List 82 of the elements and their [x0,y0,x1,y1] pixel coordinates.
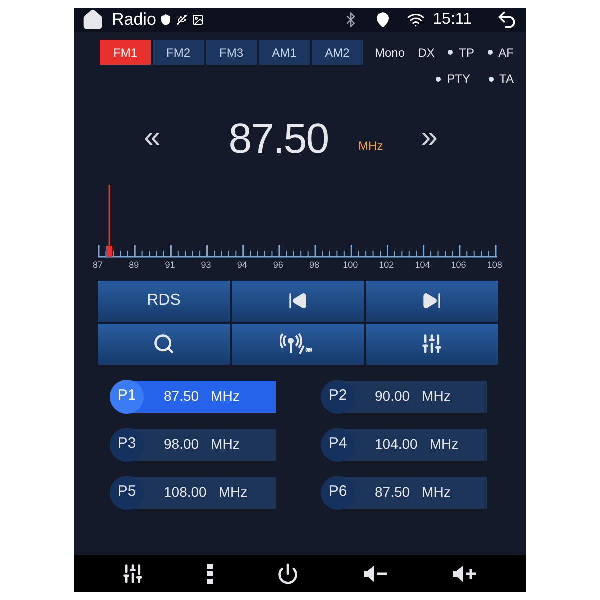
preset-button[interactable]: P1 87.50 MHz [110,380,276,412]
scale-label: 91 [165,259,176,272]
scale-label: 108 [487,259,502,272]
seek-back-button[interactable]: « [144,123,161,153]
frequency-unit: MHz [358,138,384,155]
image-icon [192,14,204,26]
prev-button[interactable] [232,280,364,322]
scale-label: 89 [129,259,140,272]
preset-frequency: 98.00 [164,435,200,454]
preset-number: P3 [110,428,144,462]
wifi-icon [407,11,426,29]
preset-unit: MHz [211,435,240,454]
tuning-marker[interactable] [106,185,113,257]
rds-button[interactable]: RDS [98,280,230,322]
preset-button[interactable]: P6 87.50 MHz [321,476,487,508]
power-button[interactable] [276,562,299,584]
preset-frequency: 108.00 [164,483,207,502]
equalizer-button[interactable] [122,562,144,584]
rds-option[interactable]: PTY [436,70,471,88]
scale-label: 93 [201,259,212,272]
preset-unit: MHz [430,435,459,454]
volume-down-icon [362,564,389,582]
seek-forward-button[interactable]: » [421,123,438,153]
preset-number: P1 [110,380,144,414]
preset-frequency: 87.50 [164,387,200,406]
preset-unit: MHz [422,483,451,502]
preset-button[interactable]: P3 98.00 MHz [110,428,276,460]
search-icon [153,333,175,355]
scale-label: 87 [93,259,104,272]
equalizer-icon [122,562,144,584]
scale-label: 94 [237,259,248,272]
signal-button[interactable] [232,324,364,364]
scale-label: 106 [451,259,466,272]
clock: 15:11 [433,10,472,30]
rds-option[interactable]: TA [488,70,514,88]
rds-option[interactable]: Mono [375,44,406,62]
app-title: Radio [112,9,156,32]
power-icon [276,562,299,584]
shield-icon [160,14,172,26]
band-tab[interactable]: FM3 [206,40,257,65]
scale-label: 96 [273,259,284,272]
tuning-scale[interactable] [96,185,497,259]
preset-button[interactable]: P5 108.00 MHz [110,476,276,508]
volume-up-icon [452,564,478,582]
preset-number: P5 [110,476,144,510]
back-icon[interactable] [496,9,518,31]
volume-down-button[interactable] [362,564,389,582]
rds-option[interactable]: DX [418,44,435,62]
rds-option[interactable]: AF [488,44,514,62]
menu-button[interactable] [207,564,214,584]
preset-frequency: 87.50 [375,483,410,502]
preset-button[interactable]: P2 90.00 MHz [321,380,487,412]
search-button[interactable] [98,324,230,364]
equalizer-button[interactable] [366,324,498,364]
skip-forward-icon [422,291,442,311]
scale-label: 98 [310,259,320,272]
scale-label: 104 [415,259,430,272]
preset-unit: MHz [218,483,248,502]
preset-unit: MHz [211,387,240,406]
preset-frequency: 104.00 [375,435,418,454]
scale-label: 102 [379,259,394,272]
rds-option[interactable]: TP [448,44,474,62]
preset-number: P2 [321,380,355,414]
band-tab[interactable]: AM2 [312,40,363,65]
band-tab[interactable]: FM1 [100,40,151,65]
usb-icon [176,14,188,26]
more-icon [207,564,214,584]
band-tab[interactable]: AM1 [259,40,310,65]
scale-label: 100 [343,259,358,272]
home-icon[interactable] [82,9,104,31]
preset-button[interactable]: P4 104.00 MHz [321,428,487,460]
band-tab[interactable]: FM2 [153,40,204,65]
frequency-display: 87.50 [228,114,329,164]
volume-up-button[interactable] [452,564,478,582]
next-button[interactable] [366,280,498,322]
preset-frequency: 90.00 [375,387,410,406]
equalizer-icon [421,333,443,355]
skip-back-icon [288,291,308,311]
preset-unit: MHz [422,387,451,406]
location-icon [375,12,392,28]
preset-number: P6 [321,476,355,510]
preset-number: P4 [321,428,355,462]
